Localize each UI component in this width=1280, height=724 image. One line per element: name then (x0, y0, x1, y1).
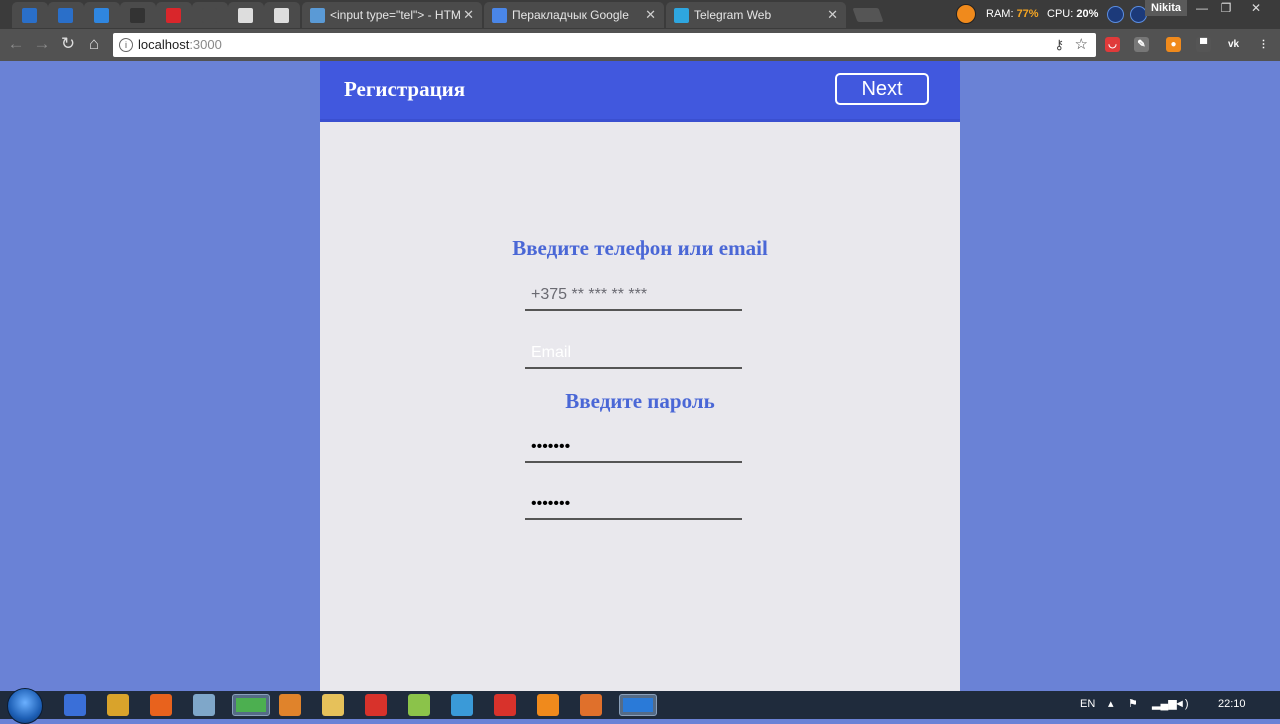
next-button[interactable]: Next (835, 73, 929, 105)
tab-close-icon[interactable]: ✕ (463, 2, 474, 28)
tab-title: Telegram Web (694, 8, 772, 22)
browser-tab[interactable] (228, 2, 264, 28)
close-window-button[interactable]: ✕ (1242, 0, 1270, 16)
ram-readout: RAM: 77% (986, 8, 1039, 20)
clock[interactable]: 22:10 (1218, 691, 1246, 719)
maximize-button[interactable]: ❐ (1212, 0, 1240, 16)
browser-tab[interactable] (192, 2, 228, 28)
phone-input[interactable] (525, 281, 742, 311)
flag-icon (94, 8, 109, 23)
brush-icon[interactable]: ▀ (1196, 37, 1211, 52)
save-icon[interactable] (64, 694, 86, 716)
browser-tab[interactable] (84, 2, 120, 28)
colors-icon[interactable] (365, 694, 387, 716)
back-button[interactable]: ← (5, 33, 27, 55)
browser-tab[interactable] (264, 2, 300, 28)
tab-title: Перакладчык Google (512, 8, 629, 22)
address-url[interactable]: localhost:3000 (138, 33, 222, 57)
vscode-icon[interactable] (619, 694, 657, 716)
address-bar[interactable]: i localhost:3000 ⚷ ☆ (113, 33, 1096, 57)
doc-icon (274, 8, 289, 23)
record-icon[interactable] (494, 694, 516, 716)
reload-button[interactable]: ↻ (57, 33, 79, 55)
contact-heading: Введите телефон или email (512, 236, 768, 260)
archive-icon[interactable] (107, 694, 129, 716)
folder-icon[interactable] (322, 694, 344, 716)
tab-close-icon[interactable]: ✕ (645, 2, 656, 28)
app-icon (166, 8, 181, 23)
sublime-icon[interactable] (279, 694, 301, 716)
pocket-icon[interactable]: ◡ (1105, 37, 1120, 52)
browser-tab[interactable]: <input type="tel"> - HTML ✕ (302, 2, 482, 28)
page-icon (58, 8, 73, 23)
monitor-orb-icon (956, 4, 976, 24)
volume-icon[interactable]: ◄) (1174, 691, 1189, 719)
app-header: Регистрация Next (320, 61, 960, 122)
orange-app2-icon[interactable] (580, 694, 602, 716)
paint-icon[interactable] (193, 694, 215, 716)
vk-icon[interactable]: vk (1226, 37, 1241, 52)
tab-close-icon[interactable]: ✕ (827, 2, 838, 28)
profile-name[interactable]: Nikita (1145, 0, 1187, 16)
home-button[interactable]: ⌂ (83, 33, 105, 55)
action-center-flag-icon[interactable]: ⚑ (1128, 691, 1138, 719)
bookmark-star-icon[interactable]: ☆ (1075, 33, 1088, 57)
cpu-readout: CPU: 20% (1047, 8, 1099, 20)
browser-tab[interactable] (156, 2, 192, 28)
pen-icon[interactable]: ✎ (1134, 37, 1149, 52)
chrome-icon[interactable] (232, 694, 270, 716)
orange-app-icon[interactable] (537, 694, 559, 716)
password-heading: Введите пароль (565, 389, 715, 413)
browser-tab-strip: <input type="tel"> - HTML ✕ Перакладчык Go… (0, 0, 1280, 29)
translate-icon (492, 8, 507, 23)
browser-tab[interactable]: Telegram Web ✕ (666, 2, 846, 28)
password-confirm-input[interactable] (525, 490, 742, 520)
taskbar: EN ▴ ⚑ ▂▄▆ ◄) 22:10 (0, 688, 1280, 724)
page-title: Регистрация (344, 77, 466, 101)
tab-title: <input type="tel"> - HTML (330, 8, 460, 22)
code-icon (310, 8, 325, 23)
browser-tab[interactable]: Перакладчык Google ✕ (484, 2, 664, 28)
telegram-icon (674, 8, 689, 23)
menu-icon[interactable]: ⋮ (1256, 37, 1271, 52)
page-icon (202, 8, 217, 23)
browser-toolbar: ← → ↻ ⌂ i localhost:3000 ⚷ ☆ ◡ ✎ ● ▀ vk ⋮ (0, 29, 1280, 61)
browser-tab[interactable] (48, 2, 84, 28)
android-icon[interactable] (408, 694, 430, 716)
site-info-icon[interactable]: i (119, 38, 133, 52)
new-tab-button[interactable] (852, 8, 884, 22)
registration-page: Регистрация Next Введите телефон или ema… (320, 61, 960, 691)
firefox-icon[interactable] (150, 694, 172, 716)
key-icon[interactable]: ⚷ (1054, 33, 1064, 57)
tray-expand-icon[interactable]: ▴ (1108, 691, 1114, 719)
forward-button[interactable]: → (31, 33, 53, 55)
email-input[interactable] (525, 339, 742, 369)
password-input[interactable] (525, 433, 742, 463)
page-icon (22, 8, 37, 23)
bolt-icon (130, 8, 145, 23)
monitor-gauge-icon[interactable] (1107, 6, 1124, 23)
network-icon[interactable]: ▂▄▆ (1152, 691, 1177, 719)
window-icon[interactable] (451, 694, 473, 716)
doc-icon (238, 8, 253, 23)
browser-tab[interactable] (120, 2, 156, 28)
orange-icon[interactable]: ● (1166, 37, 1181, 52)
language-indicator[interactable]: EN (1080, 691, 1095, 719)
system-monitor: RAM: 77% CPU: 20% (954, 2, 1147, 26)
browser-tab[interactable] (12, 2, 48, 28)
